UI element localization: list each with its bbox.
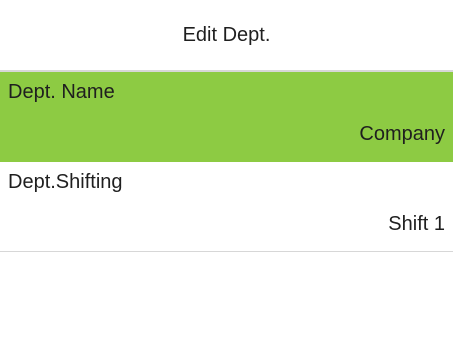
dept-shifting-label: Dept.Shifting <box>8 171 123 193</box>
dept-shifting-value: Shift 1 <box>388 213 445 235</box>
page-title: Edit Dept. <box>182 23 271 46</box>
dept-name-value: Company <box>359 123 445 145</box>
edit-dept-screen: Edit Dept. Dept. Name Company Dept.Shift… <box>0 0 453 352</box>
dept-name-label: Dept. Name <box>8 81 115 103</box>
dept-shifting-menu-item[interactable]: Dept.Shifting Shift 1 <box>0 162 453 252</box>
page-title-bar: Edit Dept. <box>0 0 453 72</box>
dept-name-menu-item[interactable]: Dept. Name Company <box>0 72 453 162</box>
